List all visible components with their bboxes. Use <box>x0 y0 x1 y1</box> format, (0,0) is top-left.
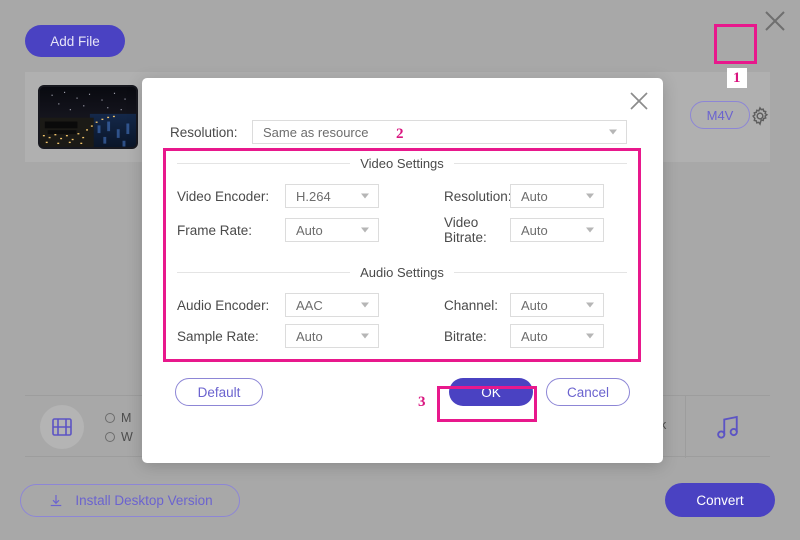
download-icon <box>51 494 62 506</box>
video-encoder-value: H.264 <box>296 188 331 204</box>
audio-encoder-label: Audio Encoder: <box>177 297 270 313</box>
video-bitrate-label: Video Bitrate: <box>444 215 487 245</box>
video-settings-grid: Video Encoder: H.264 Resolution: Auto Fr… <box>177 178 627 245</box>
install-label: Install Desktop Version <box>75 493 213 508</box>
format-radio-option[interactable]: W <box>105 427 133 446</box>
audio-bitrate-select[interactable]: Auto <box>510 324 604 348</box>
frame-rate-label: Frame Rate: <box>177 222 253 238</box>
convert-button[interactable]: Convert <box>665 483 775 517</box>
sample-rate-field: Sample Rate: Auto <box>177 324 402 348</box>
output-format-label: M4V <box>706 107 734 123</box>
sample-rate-select[interactable]: Auto <box>285 324 379 348</box>
annotation-step-2: 2 <box>396 126 404 142</box>
chevron-down-icon <box>361 193 369 199</box>
dialog-button-row: Default OK Cancel <box>142 378 663 418</box>
divider-right <box>429 163 627 164</box>
audio-bitrate-field: Bitrate: Auto <box>402 324 627 348</box>
settings-area: Video Settings Video Encoder: H.264 Reso… <box>163 148 641 362</box>
video-settings-title: Video Settings <box>350 155 454 171</box>
film-strip-icon <box>40 405 84 449</box>
resolution-value: Same as resource <box>263 124 369 140</box>
frame-rate-value: Auto <box>296 222 323 238</box>
audio-encoder-value: AAC <box>296 297 323 313</box>
default-button[interactable]: Default <box>175 378 263 406</box>
chevron-down-icon <box>361 302 369 308</box>
video-resolution-value: Auto <box>521 188 548 204</box>
gear-icon[interactable] <box>743 100 777 132</box>
video-encoder-field: Video Encoder: H.264 <box>177 184 402 208</box>
divider-left <box>177 272 375 273</box>
audio-encoder-field: Audio Encoder: AAC <box>177 293 402 317</box>
audio-encoder-select[interactable]: AAC <box>285 293 379 317</box>
resolution-label: Resolution: <box>170 124 238 140</box>
chevron-down-icon <box>361 333 369 339</box>
chevron-down-icon <box>586 193 594 199</box>
frame-rate-field: Frame Rate: Auto <box>177 215 402 245</box>
default-label: Default <box>197 384 241 400</box>
video-resolution-select[interactable]: Auto <box>510 184 604 208</box>
dialog-close-icon[interactable] <box>626 88 652 114</box>
format-radio-label: M <box>121 410 132 425</box>
cancel-label: Cancel <box>566 384 610 400</box>
chevron-down-icon <box>609 129 617 135</box>
add-file-label: Add File <box>50 33 100 49</box>
format-radio-label: W <box>121 429 133 444</box>
video-thumbnail <box>38 85 138 149</box>
output-format-button[interactable]: M4V <box>690 101 750 129</box>
annotation-step-1: 1 <box>727 68 747 88</box>
add-file-button[interactable]: Add File <box>25 25 125 57</box>
ok-label: OK <box>481 384 501 400</box>
audio-bitrate-value: Auto <box>521 328 548 344</box>
sample-rate-label: Sample Rate: <box>177 328 259 344</box>
channel-value: Auto <box>521 297 548 313</box>
video-resolution-label: Resolution: <box>444 188 512 204</box>
chevron-down-icon <box>586 302 594 308</box>
radio-icon <box>105 412 115 423</box>
ok-button[interactable]: OK <box>449 378 533 406</box>
divider-right <box>429 272 627 273</box>
audio-category-tab[interactable] <box>685 396 770 458</box>
convert-label: Convert <box>696 492 744 508</box>
channel-label: Channel: <box>444 297 499 313</box>
audio-settings-title: Audio Settings <box>350 264 454 280</box>
video-bitrate-value: Auto <box>521 222 548 238</box>
channel-select[interactable]: Auto <box>510 293 604 317</box>
audio-bitrate-label: Bitrate: <box>444 328 487 344</box>
video-bitrate-select[interactable]: Auto <box>510 218 604 242</box>
page-close-icon[interactable] <box>758 4 792 38</box>
audio-settings-grid: Audio Encoder: AAC Channel: Auto Sample … <box>177 287 627 348</box>
chevron-down-icon <box>586 227 594 233</box>
chevron-down-icon <box>361 227 369 233</box>
sample-rate-value: Auto <box>296 328 323 344</box>
radio-icon <box>105 431 115 442</box>
frame-rate-select[interactable]: Auto <box>285 218 379 242</box>
video-bitrate-field: Video Bitrate: Auto <box>402 215 627 245</box>
chevron-down-icon <box>586 333 594 339</box>
format-radio-group[interactable]: M W <box>105 408 133 446</box>
channel-field: Channel: Auto <box>402 293 627 317</box>
audio-settings-header: Audio Settings <box>177 257 627 287</box>
cancel-button[interactable]: Cancel <box>546 378 630 406</box>
music-note-icon <box>717 415 738 439</box>
divider-left <box>177 163 375 164</box>
video-resolution-field: Resolution: Auto <box>402 184 627 208</box>
format-radio-option[interactable]: M <box>105 408 133 427</box>
install-desktop-version-button[interactable]: Install Desktop Version <box>20 484 240 517</box>
video-settings-header: Video Settings <box>177 148 627 178</box>
video-encoder-select[interactable]: H.264 <box>285 184 379 208</box>
resolution-select[interactable]: Same as resource <box>252 120 627 144</box>
annotation-step-3: 3 <box>418 394 426 410</box>
video-encoder-label: Video Encoder: <box>177 188 270 204</box>
